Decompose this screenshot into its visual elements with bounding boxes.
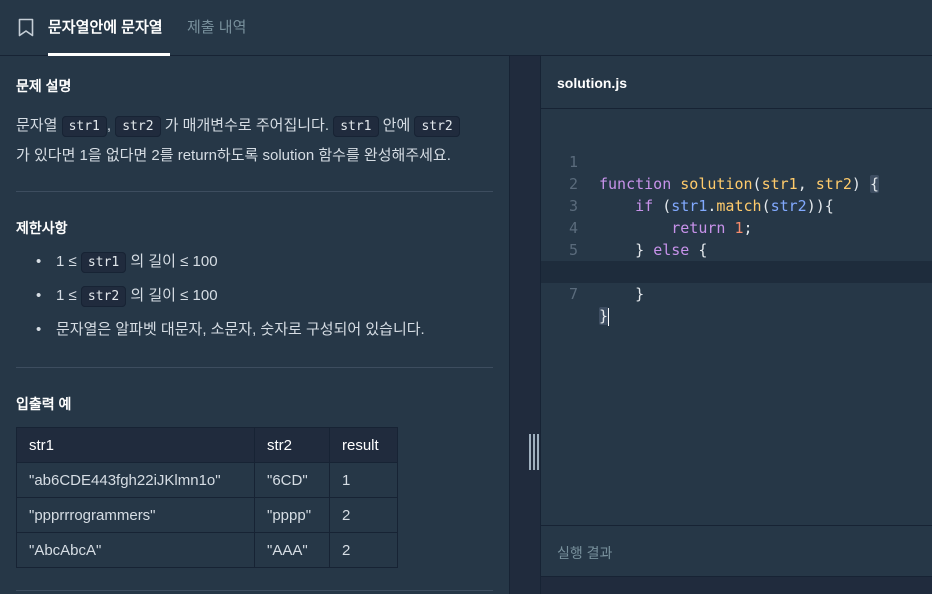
column-header: str1 <box>16 427 255 463</box>
desc-text: 가 매개변수로 주어집니다. <box>160 117 334 134</box>
list-item: 1 ≤ str2 의 길이 ≤ 100 <box>36 286 425 320</box>
table-header-row: str1 str2 result <box>16 427 398 463</box>
panel-splitter[interactable] <box>509 56 541 594</box>
table-row: "ab6CDE443fgh22iJKlmn1o" "6CD" 1 <box>16 462 398 498</box>
problem-description: 문자열 str1, str2 가 매개변수로 주어집니다. str1 안에 st… <box>16 111 496 170</box>
constraint-text: 1 ≤ <box>56 253 81 270</box>
divider <box>16 191 493 192</box>
tab-submissions[interactable]: 제출 내역 <box>187 18 246 38</box>
desc-text: 문자열 <box>16 117 62 134</box>
table-cell: "ab6CDE443fgh22iJKlmn1o" <box>16 462 255 498</box>
result-title: 실행 결과 <box>557 545 613 561</box>
code-text[interactable]: } <box>599 305 610 327</box>
table-cell: 2 <box>329 532 398 568</box>
constraint-text: 1 ≤ <box>56 287 81 304</box>
code-editor[interactable]: 1 function solution(str1, str2) { 2 if (… <box>541 109 932 525</box>
code-text[interactable]: } <box>599 283 644 305</box>
drag-handle-icon[interactable] <box>529 434 539 470</box>
line-number: 7 <box>568 285 578 303</box>
table-cell: "ppprrrogrammers" <box>16 497 255 533</box>
editor-header: solution.js <box>541 56 932 109</box>
bracket-match: } <box>599 307 609 325</box>
inline-code: str2 <box>80 286 127 307</box>
inline-code: str1 <box>61 116 107 137</box>
column-header: str2 <box>254 427 330 463</box>
code-line[interactable]: 3 return 1; <box>541 173 932 237</box>
divider <box>16 367 493 368</box>
table-cell: "6CD" <box>254 462 330 498</box>
tab-problem[interactable]: 문자열안에 문자열 <box>48 18 163 38</box>
table-cell: 1 <box>329 462 398 498</box>
current-code-line[interactable]: 7 } <box>541 261 932 326</box>
constraint-text: 의 길이 ≤ 100 <box>126 287 218 304</box>
constraint-text: 문자열은 알파벳 대문자, 소문자, 숫자로 구성되어 있습니다. <box>56 321 425 338</box>
code-line[interactable]: 1 function solution(str1, str2) { <box>541 129 932 193</box>
list-item: 1 ≤ str1 의 길이 ≤ 100 <box>36 252 425 286</box>
bookmark-icon[interactable] <box>18 18 34 37</box>
column-header: result <box>329 427 398 463</box>
editor-filename: solution.js <box>557 75 627 91</box>
inline-code: str2 <box>414 116 460 137</box>
table-cell: "AbcAbcA" <box>16 532 255 568</box>
list-item: 문자열은 알파벳 대문자, 소문자, 숫자로 구성되어 있습니다. <box>36 320 425 354</box>
inline-code: str2 <box>115 116 161 137</box>
table-cell: "pppp" <box>254 497 330 533</box>
desc-text: , <box>106 117 116 134</box>
problem-panel: 문제 설명 문자열 str1, str2 가 매개변수로 주어집니다. str1… <box>0 56 509 594</box>
inline-code: str1 <box>333 116 379 137</box>
constraints-title: 제한사항 <box>16 220 68 236</box>
code-line[interactable]: 2 if (str1.match(str2)){ <box>541 151 932 215</box>
table-cell: 2 <box>329 497 398 533</box>
table-row: "AbcAbcA" "AAA" 2 <box>16 532 398 568</box>
result-output <box>541 576 932 594</box>
result-panel-header: 실행 결과 <box>541 525 932 576</box>
divider <box>16 590 493 591</box>
table-cell: "AAA" <box>254 532 330 568</box>
constraints-list: 1 ≤ str1 의 길이 ≤ 100 1 ≤ str2 의 길이 ≤ 100 … <box>36 252 425 354</box>
constraint-text: 의 길이 ≤ 100 <box>126 253 218 270</box>
text-caret <box>608 307 610 326</box>
examples-title: 입출력 예 <box>16 396 72 412</box>
examples-table: str1 str2 result "ab6CDE443fgh22iJKlmn1o… <box>16 427 398 568</box>
desc-text: 안에 <box>378 117 415 134</box>
inline-code: str1 <box>80 252 127 273</box>
top-tab-bar: 문자열안에 문자열 제출 내역 <box>0 0 932 56</box>
code-line[interactable]: 4 } else { <box>541 195 932 259</box>
code-line[interactable]: 6 } <box>541 239 932 303</box>
desc-text: 가 있다면 1을 없다면 2를 return하도록 solution 함수를 완… <box>16 147 451 164</box>
table-row: "ppprrrogrammers" "pppp" 2 <box>16 497 398 533</box>
problem-description-title: 문제 설명 <box>16 78 72 94</box>
code-line[interactable]: 5 return 2; <box>541 217 932 281</box>
